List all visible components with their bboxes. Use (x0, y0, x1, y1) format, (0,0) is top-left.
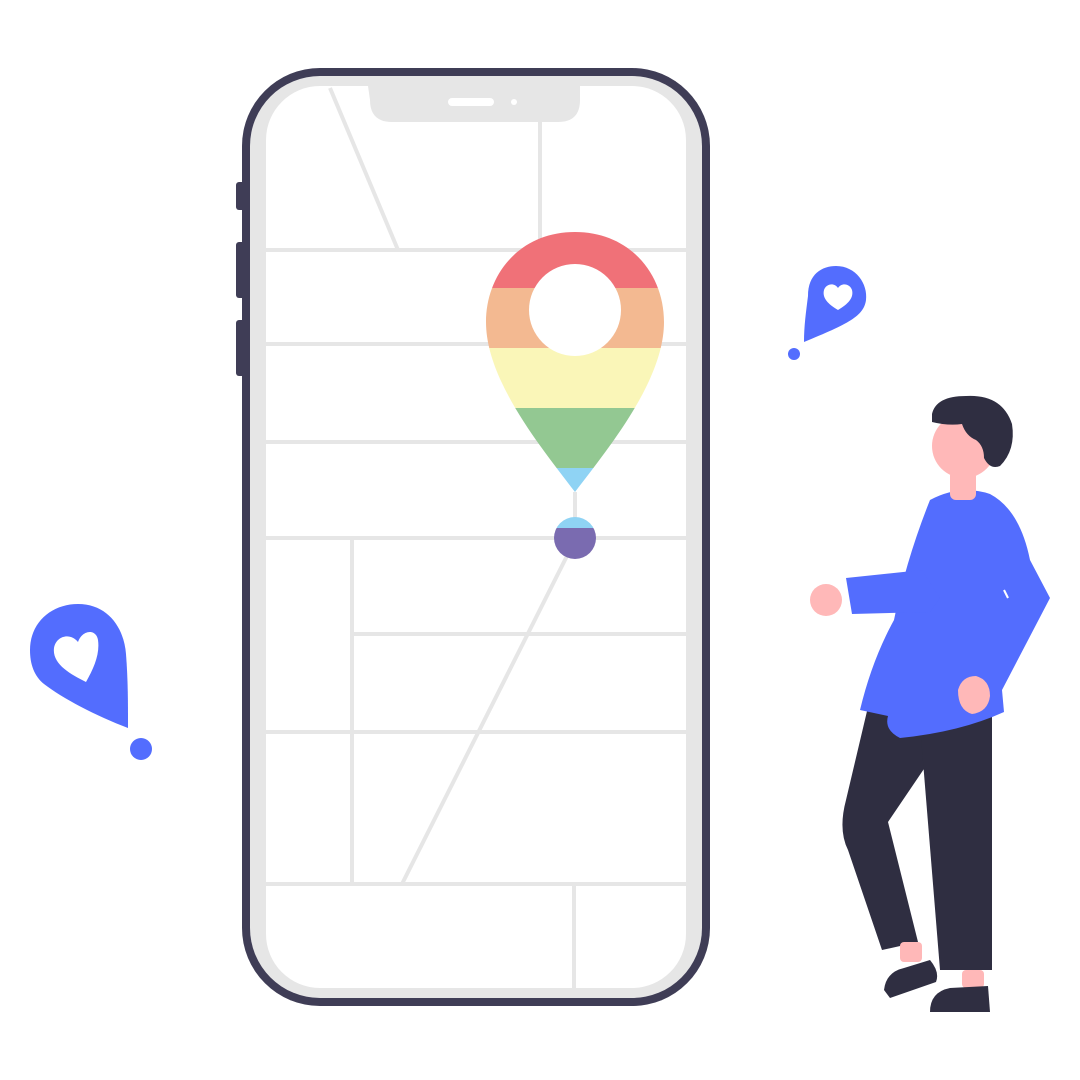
person-hand (810, 584, 842, 616)
person-torso (860, 490, 1050, 738)
phone-speaker (448, 98, 494, 106)
phone-camera (511, 99, 517, 105)
person-ankle (962, 970, 984, 988)
heart-pin-small (788, 266, 867, 360)
location-illustration (30, 68, 1050, 1012)
person-illustration (810, 395, 1050, 1012)
person-shoe (930, 986, 990, 1012)
phone-illustration (236, 68, 710, 1006)
person-shoe (884, 960, 938, 998)
illustration-canvas (0, 0, 1080, 1080)
heart-pin-large (30, 604, 152, 760)
person-ankle (900, 942, 922, 962)
person-arm (846, 570, 940, 614)
person-front-leg (918, 700, 992, 970)
pin-hole (529, 264, 621, 356)
